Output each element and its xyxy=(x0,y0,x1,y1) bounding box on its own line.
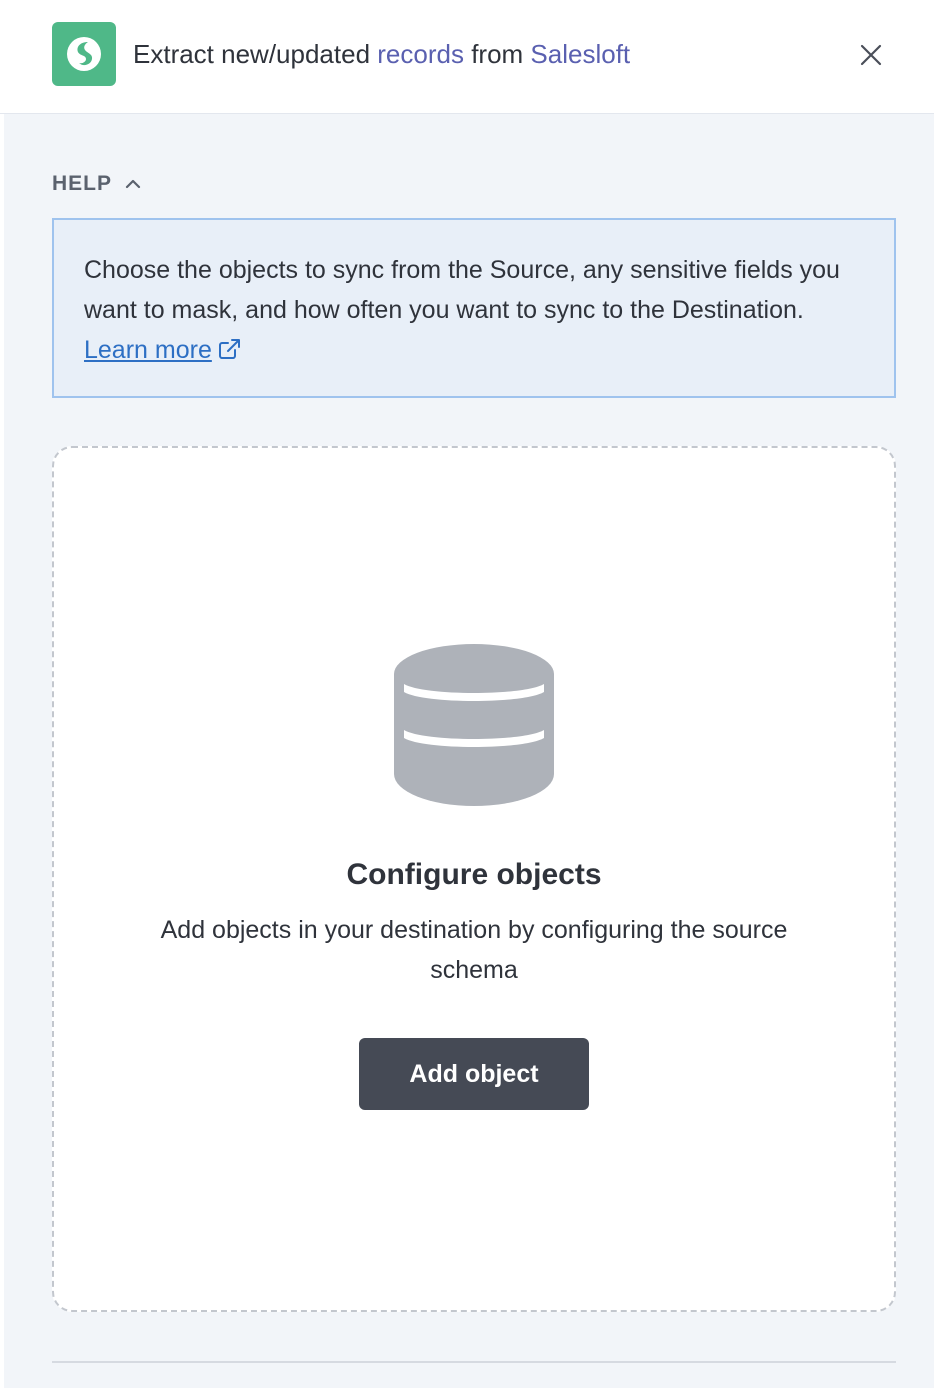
salesloft-logo-icon xyxy=(67,37,101,71)
external-link-icon[interactable] xyxy=(218,332,242,372)
empty-state-description: Add objects in your destination by confi… xyxy=(160,916,788,984)
objects-empty-state: Configure objects Add objects in your de… xyxy=(52,446,896,1312)
title-mid: from xyxy=(463,39,531,69)
help-text: Choose the objects to sync from the Sour… xyxy=(84,256,840,324)
chevron-up-icon xyxy=(124,178,142,190)
close-button[interactable] xyxy=(854,38,888,72)
database-icon xyxy=(394,644,554,811)
help-label: HELP xyxy=(52,172,113,195)
panel-title: Extract new/updated records from Saleslo… xyxy=(133,36,630,72)
learn-more-link[interactable]: Learn more xyxy=(84,336,212,364)
empty-state-title: Configure objects xyxy=(346,858,602,891)
records-link[interactable]: records xyxy=(377,39,464,69)
add-object-button[interactable]: Add object xyxy=(359,1038,589,1110)
close-icon xyxy=(860,44,882,66)
source-link[interactable]: Salesloft xyxy=(530,39,630,69)
panel-header: Extract new/updated records from Saleslo… xyxy=(0,0,934,114)
divider xyxy=(52,1361,896,1363)
help-message: Choose the objects to sync from the Sour… xyxy=(52,218,896,398)
panel-body: HELP Choose the objects to sync from the… xyxy=(4,114,934,1388)
title-prefix: Extract new/updated xyxy=(133,39,378,69)
salesloft-logo xyxy=(52,22,116,86)
help-toggle[interactable]: HELP xyxy=(52,172,142,196)
sync-config-panel: Extract new/updated records from Saleslo… xyxy=(0,0,934,1388)
